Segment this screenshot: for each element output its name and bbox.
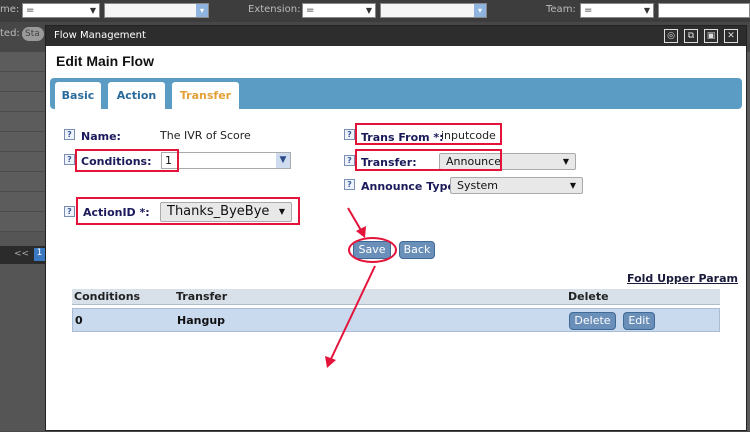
- name-value: The IVR of Score: [160, 129, 251, 142]
- extension-value-select[interactable]: ▾: [380, 3, 487, 18]
- column-header-transfer[interactable]: Transfer: [176, 290, 227, 303]
- pager-prev-button[interactable]: <<: [14, 249, 29, 259]
- pin-icon[interactable]: ◎: [664, 29, 678, 43]
- table-header: Conditions Transfer Delete: [72, 289, 720, 305]
- team-operator-select[interactable]: = ▼: [580, 3, 654, 18]
- name-operator-select[interactable]: = ▼: [22, 3, 100, 18]
- name-value-select[interactable]: ▾: [104, 3, 209, 18]
- row-edit-button[interactable]: Edit: [623, 312, 655, 330]
- tab-transfer[interactable]: Transfer: [172, 82, 239, 109]
- conditions-help-icon[interactable]: ?: [64, 154, 75, 165]
- table-row[interactable]: 0 Hangup Delete Edit: [72, 308, 720, 332]
- tab-basic[interactable]: Basic: [55, 82, 101, 109]
- annotation-arrowhead-grid: [325, 356, 336, 368]
- restore-icon[interactable]: ⧉: [684, 29, 698, 43]
- page-title: Edit Main Flow: [56, 53, 154, 69]
- annotation-box-transfer: [355, 149, 502, 171]
- transfer-help-icon[interactable]: ?: [344, 155, 355, 166]
- flow-management-dialog: Flow Management ◎ ⧉ ▣ ✕ Edit Main Flow B…: [45, 25, 747, 431]
- team-filter-label: Team:: [546, 4, 576, 15]
- annotation-box-conditions: [75, 149, 179, 172]
- background-grid-rows: [0, 52, 45, 431]
- announce-type-help-icon[interactable]: ?: [344, 179, 355, 190]
- dialog-titlebar: Flow Management ◎ ⧉ ▣ ✕: [46, 26, 746, 46]
- background-pager: << 1: [0, 246, 45, 264]
- announce-type-select[interactable]: System ▼: [450, 177, 583, 194]
- name-label: Name:: [81, 130, 121, 143]
- extension-filter-label: Extension:: [248, 4, 301, 15]
- tab-bar: Basic Action Transfer: [50, 78, 742, 109]
- pager-page-1[interactable]: 1: [34, 248, 45, 261]
- status-badge[interactable]: Sta: [22, 27, 44, 41]
- actionid-help-icon[interactable]: ?: [64, 206, 75, 217]
- trans-from-help-icon[interactable]: ?: [344, 129, 355, 140]
- annotation-box-trans-from: [355, 123, 502, 145]
- close-icon[interactable]: ✕: [724, 29, 738, 43]
- annotation-box-actionid: [76, 197, 300, 225]
- dialog-title: Flow Management: [54, 30, 146, 41]
- conditions-combobox[interactable]: 1 ▼: [161, 152, 291, 169]
- column-header-conditions[interactable]: Conditions: [74, 290, 140, 303]
- background-filter-bar: me: = ▼ ▾ Extension: = ▼ ▾ Team: = ▼: [0, 0, 750, 22]
- column-header-delete[interactable]: Delete: [568, 290, 609, 303]
- annotation-oval-save: [348, 237, 397, 263]
- extension-operator-select[interactable]: = ▼: [302, 3, 376, 18]
- maximize-icon[interactable]: ▣: [704, 29, 718, 43]
- back-button[interactable]: Back: [399, 241, 435, 259]
- name-help-icon[interactable]: ?: [64, 129, 75, 140]
- name-filter-label: me:: [0, 4, 20, 15]
- annotation-arrow-to-save: [347, 207, 363, 233]
- fold-upper-param-link[interactable]: Fold Upper Param: [627, 272, 738, 285]
- status-filter-label: ted:: [0, 28, 20, 39]
- team-value-select[interactable]: [658, 3, 750, 18]
- announce-type-label: Announce Type:: [361, 180, 460, 193]
- annotation-arrowhead-save: [356, 226, 366, 238]
- chevron-down-icon[interactable]: ▼: [276, 153, 290, 168]
- row-transfer: Hangup: [177, 314, 226, 327]
- row-delete-button[interactable]: Delete: [569, 312, 616, 330]
- row-conditions: 0: [75, 314, 83, 327]
- tab-action[interactable]: Action: [108, 82, 165, 109]
